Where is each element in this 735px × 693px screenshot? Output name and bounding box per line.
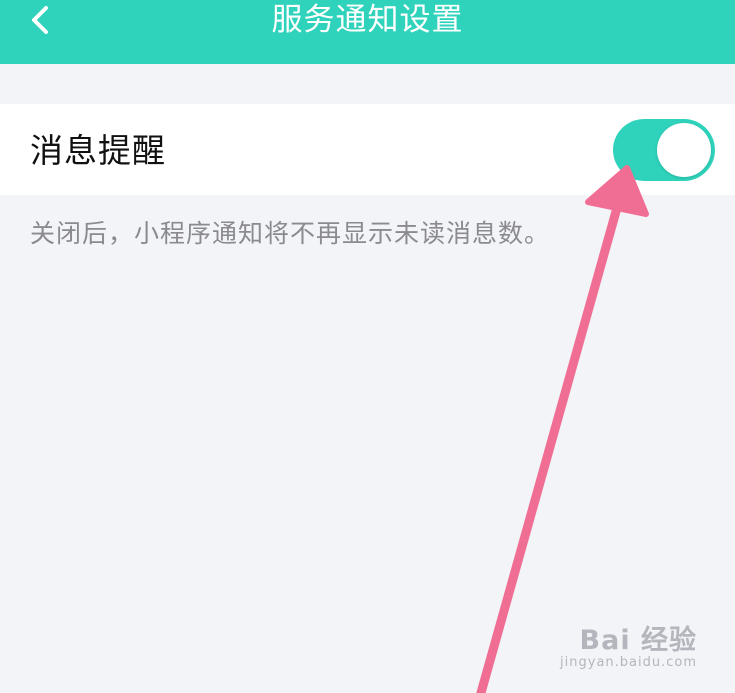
page-title: 服务通知设置 <box>271 2 464 38</box>
watermark-url: jingyan.baidu.com <box>560 655 697 670</box>
message-reminder-toggle[interactable] <box>613 119 715 181</box>
watermark-logo: Bai 经验 <box>579 625 697 656</box>
baidu-jingyan-watermark: Bai 经验 jingyan.baidu.com <box>557 618 697 678</box>
header-bar: 服务通知设置 <box>0 0 735 64</box>
message-reminder-label: 消息提醒 <box>30 131 166 170</box>
hint-text: 关闭后，小程序通知将不再显示未读消息数。 <box>30 219 551 248</box>
toggle-knob <box>657 123 711 177</box>
